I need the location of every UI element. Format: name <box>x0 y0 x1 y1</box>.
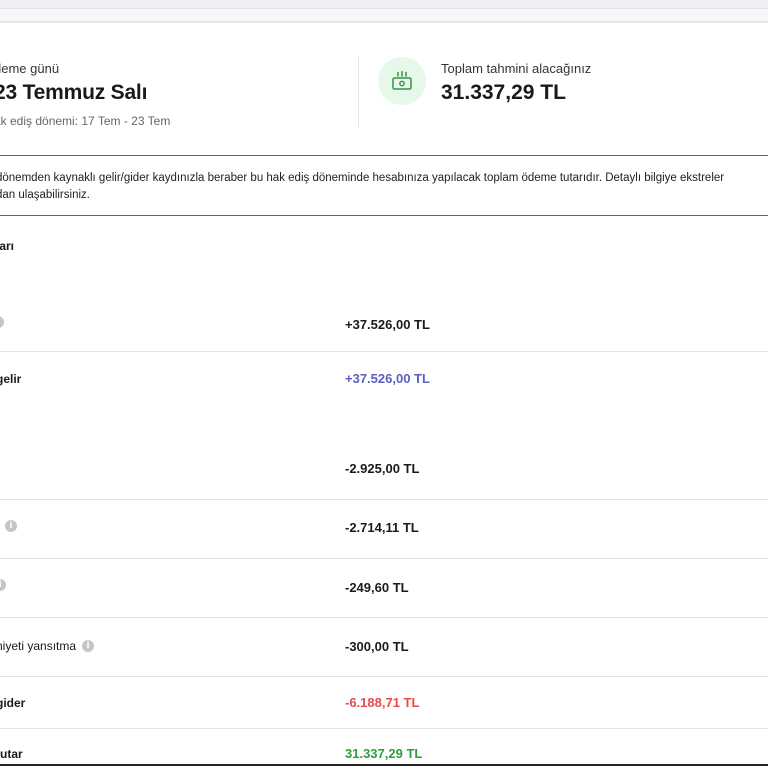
money-icon <box>378 57 426 105</box>
table-row: -2.925,00 TL <box>0 453 768 500</box>
row-value: 31.337,29 TL <box>345 746 423 761</box>
top-strip <box>0 0 768 22</box>
info-icon[interactable]: i <box>0 316 4 328</box>
payment-date: 23 Temmuz Salı <box>0 81 148 104</box>
row-value: -249,60 TL <box>345 580 409 595</box>
row-value: -6.188,71 TL <box>345 695 420 710</box>
info-box: dönemden kaynaklı gelir/gider kaydınızla… <box>0 155 768 216</box>
info-text-line-1: dönemden kaynaklı gelir/gider kaydınızla… <box>0 172 725 184</box>
info-text-line-2: dan ulaşabilirsiniz. <box>0 189 90 201</box>
row-label: tutar <box>0 747 23 761</box>
total-estimate-value: 31.337,29 TL <box>441 81 566 104</box>
row-label-text: niyeti yansıtma <box>0 639 77 653</box>
payment-period: ak ediş dönemi: 17 Tem - 23 Tem <box>0 114 171 128</box>
row-label: gelir <box>0 372 22 386</box>
total-estimate-label: Toplam tahmini alacağınız <box>441 61 592 76</box>
table-row: gelir +37.526,00 TL <box>0 369 768 399</box>
payment-detail-card: deme günü 23 Temmuz Salı ak ediş dönemi:… <box>0 22 768 769</box>
info-icon[interactable]: i <box>82 640 95 652</box>
table-row: niyeti yansıtma i -300,00 TL <box>0 618 768 677</box>
bottom-border <box>0 764 768 766</box>
table-row: tutar 31.337,29 TL <box>0 729 768 765</box>
table-row: i -2.714,11 TL <box>0 500 768 559</box>
row-value: +37.526,00 TL <box>345 371 430 386</box>
table-row: i +37.526,00 TL <box>0 299 768 352</box>
info-text: dönemden kaynaklı gelir/gider kaydınızla… <box>0 170 766 204</box>
payment-day-label: deme günü <box>0 61 60 76</box>
row-value: +37.526,00 TL <box>345 317 430 332</box>
info-icon[interactable]: i <box>0 579 6 591</box>
row-label: niyeti yansıtma i <box>0 639 95 653</box>
row-label: gider <box>0 696 26 710</box>
row-value: -300,00 TL <box>345 639 409 654</box>
info-icon[interactable]: i <box>5 520 17 532</box>
row-value: -2.925,00 TL <box>345 461 420 476</box>
table-row: i -249,60 TL <box>0 559 768 618</box>
table-row: gider -6.188,71 TL <box>0 677 768 729</box>
payment-summary: deme günü 23 Temmuz Salı ak ediş dönemi:… <box>0 23 768 155</box>
row-value: -2.714,11 TL <box>345 520 419 535</box>
section-title: ları <box>0 239 15 253</box>
summary-divider <box>358 57 359 127</box>
